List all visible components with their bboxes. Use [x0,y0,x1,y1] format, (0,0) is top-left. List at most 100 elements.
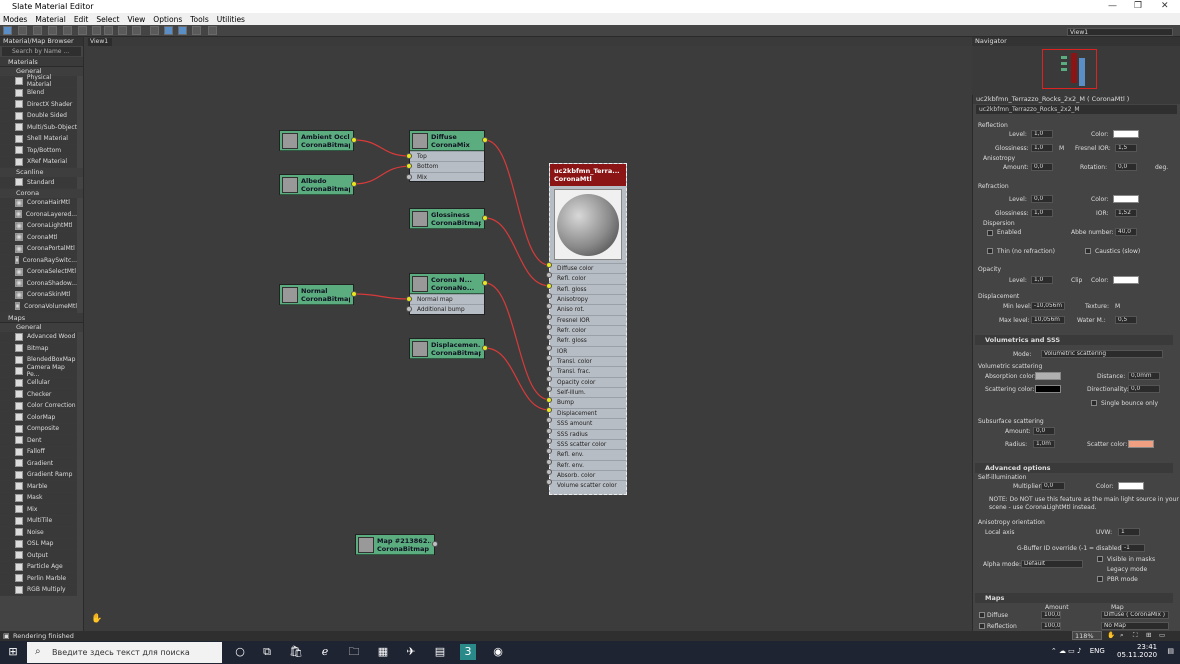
browser-item[interactable]: Shell Material [0,133,77,145]
aniso-rot-field[interactable]: 0,0 [1115,163,1137,171]
material-node[interactable]: uc2kbfmn_Terra... CoronaMtl Diffuse colo… [549,163,627,495]
gbuffer-field[interactable]: -1 [1121,544,1145,552]
maximize-icon[interactable]: ❐ [1134,1,1142,11]
volumetrics-section[interactable]: Volumetrics and SSS [975,335,1173,345]
menu-view[interactable]: View [127,15,145,24]
node-normal[interactable]: Normal CoronaBitmap [279,284,354,305]
task-view-icon[interactable]: ⧉ [259,644,275,660]
browser-item[interactable]: CoronaHairMtl [0,197,77,209]
menu-modes[interactable]: Modes [3,15,27,24]
browser-item[interactable]: Gradient Ramp [0,469,77,481]
browser-item[interactable]: Double Sided [0,110,77,122]
browser-item[interactable]: CoronaLightMtl [0,220,77,232]
browser-item[interactable]: CoronaSelectMtl [0,266,77,278]
input-pin[interactable] [546,427,552,434]
direction-field[interactable]: 0,0 [1128,385,1160,393]
edge-icon[interactable]: ℯ [317,644,333,660]
minimize-icon[interactable]: — [1108,1,1117,11]
taskbar-search-input[interactable]: Введите здесь текст для поиска [27,642,222,663]
output-pin[interactable] [482,137,488,143]
water-field[interactable]: 0,5 [1115,316,1137,324]
zoom-field[interactable]: 118% [1072,631,1102,640]
browser-item[interactable]: CoronaShadow... [0,278,77,290]
output-pin[interactable] [482,345,488,351]
browser-item[interactable]: Bitmap [0,343,77,355]
browser-search-input[interactable]: Search by Name ... [2,47,81,56]
map-refl-checkbox[interactable] [979,623,985,629]
toolbar-button-icon[interactable] [18,26,27,35]
input-pin[interactable] [406,153,412,159]
refr-level-field[interactable]: 0,0 [1031,195,1053,203]
input-pin[interactable] [546,282,552,289]
menu-options[interactable]: Options [153,15,182,24]
single-bounce-checkbox[interactable] [1091,400,1097,406]
dispersion-enabled-checkbox[interactable] [987,230,993,236]
browser-item[interactable]: Physical Material [0,74,77,88]
hand-icon[interactable]: ✋ [91,614,102,624]
browser-item[interactable]: RGB Multiply [0,584,77,596]
node-header[interactable]: Diffuse CoronaMix [410,131,484,151]
3dsmax-icon[interactable]: 3 [460,644,476,660]
browser-section[interactable]: Maps [0,312,83,323]
connection-wire[interactable] [484,139,550,266]
refl-gloss-field[interactable]: 1,0 [1031,144,1053,152]
toolbar-button-icon[interactable] [63,26,72,35]
browser-item[interactable]: Mix [0,504,77,516]
input-pin[interactable] [406,173,412,180]
calculator-icon[interactable]: ▦ [375,644,391,660]
node-header[interactable]: Glossiness CoronaBitmap [410,209,484,229]
connection-wire[interactable] [484,217,550,287]
fit-icon[interactable]: ▭ [1159,631,1165,639]
browser-item[interactable]: Advanced Wood [0,331,77,343]
browser-item[interactable]: XRef Material [0,156,77,168]
browser-item[interactable]: CoronaLayered... [0,209,77,221]
browser-item[interactable]: Top/Bottom [0,145,77,157]
map-refl-button[interactable]: No Map [1101,622,1169,630]
input-pin[interactable] [546,396,552,403]
thin-checkbox[interactable] [987,248,993,254]
clock-time[interactable]: 23:41 [1117,643,1157,651]
browser-group[interactable]: Scanline [0,168,83,177]
close-icon[interactable]: ✕ [1161,1,1169,11]
node-header[interactable]: Displacemen... CoronaBitmap [410,339,484,359]
app-icon[interactable]: ▤ [432,644,448,660]
input-pin[interactable] [546,375,552,382]
toolbar-button-icon[interactable] [150,26,159,35]
menu-edit[interactable]: Edit [74,15,89,24]
node-header[interactable]: Albedo CoronaBitmap [280,175,353,195]
connection-wire[interactable] [484,347,550,411]
distance-field[interactable]: 0,0mm [1128,372,1160,380]
connection-wire[interactable] [353,165,410,185]
browser-item[interactable]: Noise [0,527,77,539]
menu-material[interactable]: Material [35,15,65,24]
map-refl-amount[interactable]: 100,0 [1041,622,1061,630]
output-pin[interactable] [351,291,357,297]
connection-wire[interactable] [353,139,410,157]
notifications-icon[interactable]: ▤ [1167,647,1174,655]
node-canvas[interactable]: Ambient Occl...CoronaBitmapAlbedoCoronaB… [86,46,971,631]
toolbar-button-icon[interactable] [48,26,57,35]
browser-item[interactable]: Falloff [0,446,77,458]
map-diffuse-button[interactable]: Diffuse ( CoronaMix ) [1101,611,1169,619]
output-pin[interactable] [351,181,357,187]
browser-item[interactable]: Standard [0,177,77,189]
pbr-checkbox[interactable] [1097,576,1103,582]
browser-item[interactable]: OSL Map [0,538,77,550]
language-indicator[interactable]: ENG [1090,647,1105,655]
store-icon[interactable]: 🛍 [288,644,304,660]
menu-utilities[interactable]: Utilities [217,15,245,24]
clock-date[interactable]: 05.11.2020 [1117,651,1157,659]
browser-item[interactable]: Color Correction [0,400,77,412]
browser-item[interactable]: Output [0,550,77,562]
node-map[interactable]: Map #213862... CoronaBitmap [355,534,435,555]
opacity-color-swatch[interactable] [1113,276,1139,284]
navigator-frame[interactable] [1042,49,1097,89]
connection-wire[interactable] [353,293,410,300]
node-diffuse[interactable]: Diffuse CoronaMix Top Bottom Mix [409,130,485,182]
toolbar-button-icon[interactable] [3,26,12,35]
browser-item[interactable]: MultiTile [0,515,77,527]
node-header[interactable]: Map #213862... CoronaBitmap [356,535,434,555]
input-pin[interactable] [406,296,412,302]
refl-color-swatch[interactable] [1113,130,1139,138]
node-albedo[interactable]: Albedo CoronaBitmap [279,174,354,195]
